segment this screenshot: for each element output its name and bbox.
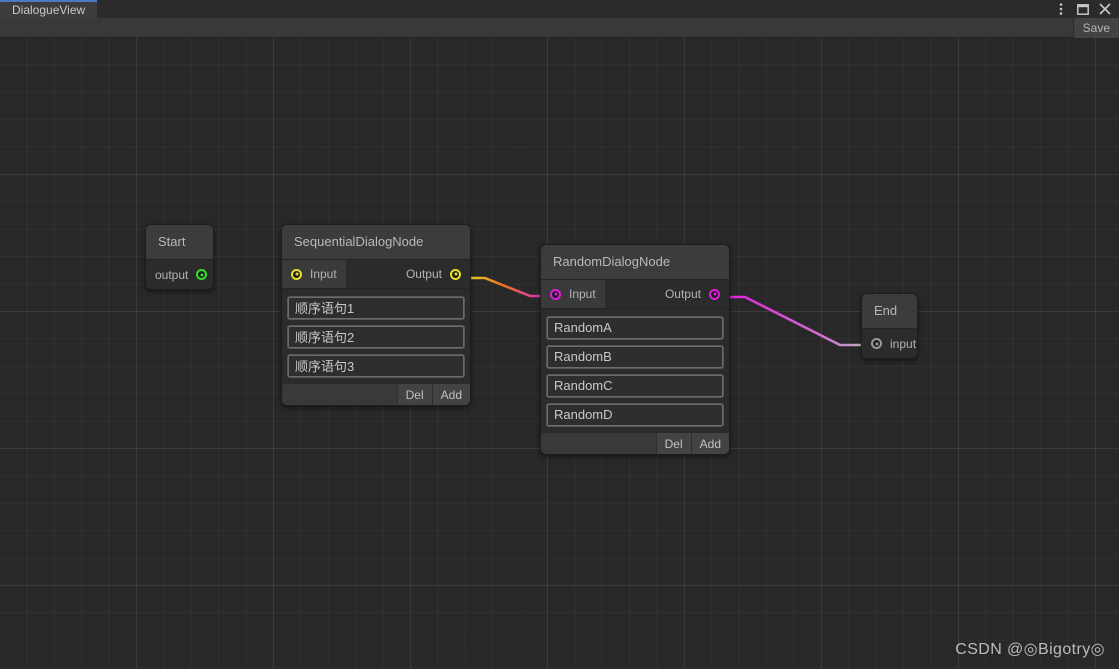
port-dot-icon[interactable] bbox=[709, 288, 720, 300]
port-start-output-label: output bbox=[155, 267, 189, 282]
node-random-title: RandomDialogNode bbox=[541, 245, 729, 280]
graph-canvas[interactable]: Start output SequentialDialogNode Input … bbox=[0, 38, 1119, 669]
window-controls bbox=[1054, 0, 1115, 18]
node-sequential-dialog[interactable]: SequentialDialogNode Input Output 顺序语句1 … bbox=[281, 224, 471, 406]
random-del-button[interactable]: Del bbox=[655, 433, 691, 454]
close-icon[interactable] bbox=[1098, 2, 1111, 16]
sequential-text-input-1[interactable]: 顺序语句1 bbox=[288, 297, 464, 319]
node-random-dialog[interactable]: RandomDialogNode Input Output RandomA Ra… bbox=[540, 244, 730, 455]
sequential-add-button[interactable]: Add bbox=[431, 384, 470, 405]
node-sequential-footer: Del Add bbox=[282, 383, 470, 405]
node-random-ports: Input Output bbox=[541, 280, 729, 309]
field-wrapper: RandomA bbox=[546, 316, 724, 340]
field-wrapper: 顺序语句2 bbox=[287, 325, 465, 349]
port-random-input-label: Input bbox=[569, 287, 596, 301]
sequential-footer-input[interactable] bbox=[282, 384, 397, 405]
port-dot-icon[interactable] bbox=[196, 269, 208, 280]
field-wrapper: RandomC bbox=[546, 374, 724, 398]
watermark-text: CSDN @◎Bigotry◎ bbox=[955, 641, 1105, 658]
node-end-title: End bbox=[862, 294, 917, 329]
node-start-title: Start bbox=[146, 225, 213, 260]
sequential-del-button[interactable]: Del bbox=[396, 384, 432, 405]
port-random-input[interactable]: Input bbox=[541, 280, 605, 308]
random-text-input-3[interactable]: RandomC bbox=[547, 375, 723, 397]
sequential-text-input-3[interactable]: 顺序语句3 bbox=[288, 355, 464, 377]
node-end-ports: input bbox=[862, 329, 917, 358]
port-dot-icon[interactable] bbox=[291, 268, 302, 280]
field-wrapper: 顺序语句1 bbox=[287, 296, 465, 320]
port-sequential-input-label: Input bbox=[310, 267, 337, 281]
node-start-ports: output bbox=[146, 260, 213, 289]
random-text-input-2[interactable]: RandomB bbox=[547, 346, 723, 368]
node-sequential-title: SequentialDialogNode bbox=[282, 225, 470, 260]
port-start-output[interactable]: output bbox=[146, 260, 213, 289]
port-random-output[interactable]: Output bbox=[655, 280, 729, 308]
port-sequential-input[interactable]: Input bbox=[282, 260, 346, 288]
node-start[interactable]: Start output bbox=[145, 224, 214, 290]
port-sequential-output-label: Output bbox=[405, 267, 442, 281]
random-text-input-4[interactable]: RandomD bbox=[547, 404, 723, 426]
port-dot-icon[interactable] bbox=[550, 288, 561, 300]
dialogue-view-window: DialogueView Save Start output Sequentia… bbox=[0, 0, 1119, 669]
sequential-text-input-2[interactable]: 顺序语句2 bbox=[288, 326, 464, 348]
edge-random-to-end bbox=[723, 295, 866, 347]
node-sequential-body: 顺序语句1 顺序语句2 顺序语句3 bbox=[282, 289, 470, 378]
random-text-input-1[interactable]: RandomA bbox=[547, 317, 723, 339]
port-end-input[interactable]: input bbox=[862, 329, 917, 358]
field-wrapper: 顺序语句3 bbox=[287, 354, 465, 378]
port-dot-icon[interactable] bbox=[871, 338, 882, 349]
field-wrapper: RandomD bbox=[546, 403, 724, 427]
maximize-icon[interactable] bbox=[1076, 2, 1089, 16]
tab-bar-empty-area bbox=[97, 0, 1119, 18]
node-end[interactable]: End input bbox=[861, 293, 918, 359]
random-add-button[interactable]: Add bbox=[690, 433, 729, 454]
random-footer-input[interactable] bbox=[541, 433, 656, 454]
tab-dialogue-view[interactable]: DialogueView bbox=[0, 0, 98, 18]
node-random-body: RandomA RandomB RandomC RandomD bbox=[541, 309, 729, 427]
port-end-input-label: input bbox=[890, 336, 917, 351]
port-dot-icon[interactable] bbox=[450, 268, 461, 280]
save-button-label: Save bbox=[1082, 21, 1110, 35]
save-button[interactable]: Save bbox=[1072, 18, 1119, 38]
node-random-footer: Del Add bbox=[541, 432, 729, 454]
toolbar: Save bbox=[0, 18, 1119, 38]
edge-sequential-to-random bbox=[464, 276, 550, 298]
field-wrapper: RandomB bbox=[546, 345, 724, 369]
node-sequential-ports: Input Output bbox=[282, 260, 470, 289]
tab-label: DialogueView bbox=[12, 3, 86, 17]
more-menu-icon[interactable] bbox=[1054, 2, 1067, 16]
tab-bar: DialogueView bbox=[0, 0, 1119, 18]
port-random-output-label: Output bbox=[664, 287, 701, 301]
port-sequential-output[interactable]: Output bbox=[396, 260, 470, 288]
